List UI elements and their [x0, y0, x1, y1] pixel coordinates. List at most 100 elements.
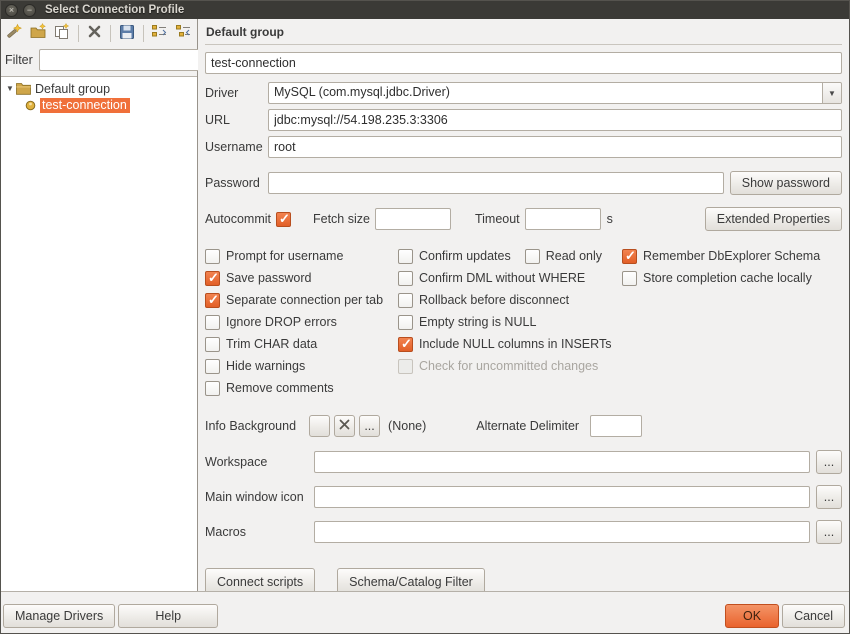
checkbox-confirm-dml-without-where[interactable]: Confirm DML without WHERE [398, 271, 585, 286]
folder-icon [16, 82, 31, 95]
titlebar: × − Select Connection Profile [1, 1, 849, 19]
username-input[interactable] [268, 136, 842, 158]
checkbox-include-null-columns[interactable]: Include NULL columns in INSERTs [398, 337, 611, 352]
checkbox-empty-string-is-null[interactable]: Empty string is NULL [398, 315, 536, 330]
checkbox-label: Read only [546, 249, 602, 263]
collapse-groups-button[interactable] [172, 22, 194, 44]
filter-input[interactable] [39, 49, 212, 71]
checkbox-box[interactable] [398, 337, 413, 352]
manage-drivers-button[interactable]: Manage Drivers [3, 604, 115, 628]
url-input[interactable] [268, 109, 842, 131]
tree-item-label: test-connection [40, 98, 130, 113]
checkbox-hide-warnings[interactable]: Hide warnings [205, 359, 305, 374]
toolbar-separator [143, 25, 144, 42]
checkbox-confirm-updates[interactable]: Confirm updates [398, 249, 511, 264]
checkbox-box[interactable] [622, 271, 637, 286]
new-group-button[interactable] [28, 22, 50, 44]
timeout-unit-label: s [607, 212, 613, 226]
expander-icon[interactable]: ▼ [6, 84, 16, 93]
driver-combobox[interactable]: MySQL (com.mysql.jdbc.Driver) ▼ [268, 82, 842, 104]
expand-groups-button[interactable] [149, 22, 171, 44]
checkbox-box[interactable] [205, 315, 220, 330]
checkbox-box[interactable] [622, 249, 637, 264]
filter-label: Filter [5, 53, 33, 67]
checkbox-read-only[interactable]: Read only [525, 249, 602, 264]
checkbox-rollback-before-disconnect[interactable]: Rollback before disconnect [398, 293, 569, 308]
checkbox-box[interactable] [398, 315, 413, 330]
tree-group-label: Default group [35, 82, 110, 96]
options-column-3: Remember DbExplorer Schema Store complet… [622, 245, 820, 399]
clear-color-button[interactable] [334, 415, 355, 437]
save-profiles-icon [119, 24, 135, 43]
connect-scripts-button[interactable]: Connect scripts [205, 568, 315, 591]
info-background-color-swatch[interactable] [309, 415, 330, 437]
checkbox-store-completion-cache[interactable]: Store completion cache locally [622, 271, 812, 286]
checkbox-save-password[interactable]: Save password [205, 271, 311, 286]
checkbox-separate-connection-per-tab[interactable]: Separate connection per tab [205, 293, 383, 308]
fetch-size-input[interactable] [375, 208, 451, 230]
profile-toolbar [1, 19, 197, 47]
main-window-icon-input[interactable] [314, 486, 810, 508]
checkbox-label: Separate connection per tab [226, 293, 383, 307]
workspace-row: Workspace ... [205, 450, 842, 474]
checkbox-box[interactable] [205, 249, 220, 264]
checkbox-box[interactable] [205, 381, 220, 396]
main-window-icon-browse-button[interactable]: ... [816, 485, 842, 509]
info-background-browse-button[interactable]: ... [359, 415, 380, 437]
checkbox-box[interactable] [205, 293, 220, 308]
url-label: URL [205, 113, 268, 127]
info-background-value: (None) [388, 419, 426, 433]
checkbox-box[interactable] [205, 359, 220, 374]
toolbar-separator [110, 25, 111, 42]
schema-catalog-filter-button[interactable]: Schema/Catalog Filter [337, 568, 485, 591]
checkbox-label: Save password [226, 271, 311, 285]
help-button[interactable]: Help [118, 604, 218, 628]
autocommit-row: Autocommit Fetch size Timeout s Extended… [205, 207, 842, 231]
checkbox-box[interactable] [398, 249, 413, 264]
macros-browse-button[interactable]: ... [816, 520, 842, 544]
cancel-button[interactable]: Cancel [782, 604, 845, 628]
username-label: Username [205, 140, 268, 154]
checkbox-remove-comments[interactable]: Remove comments [205, 381, 334, 396]
alternate-delimiter-input[interactable] [590, 415, 642, 437]
checkbox-box[interactable] [398, 271, 413, 286]
timeout-input[interactable] [525, 208, 601, 230]
checkbox-ignore-drop-errors[interactable]: Ignore DROP errors [205, 315, 337, 330]
profile-tree-panel: Filter ▼ Default group [1, 19, 198, 591]
checkbox-box[interactable] [205, 337, 220, 352]
checkbox-label: Confirm updates [419, 249, 511, 263]
checkbox-remember-dbexplorer-schema[interactable]: Remember DbExplorer Schema [622, 249, 820, 264]
checkbox-trim-char-data[interactable]: Trim CHAR data [205, 337, 317, 352]
close-icon[interactable]: × [5, 4, 18, 17]
autocommit-checkbox[interactable] [276, 212, 291, 227]
ok-button[interactable]: OK [725, 604, 779, 628]
timeout-label: Timeout [475, 212, 520, 226]
copy-profile-button[interactable] [51, 22, 73, 44]
delete-profile-button[interactable] [84, 22, 106, 44]
checkbox-box[interactable] [525, 249, 540, 264]
checkbox-label: Remove comments [226, 381, 334, 395]
checkbox-prompt-for-username[interactable]: Prompt for username [205, 249, 343, 264]
tree-group-default[interactable]: ▼ Default group [1, 80, 197, 97]
tree-item-test-connection[interactable]: test-connection [1, 97, 197, 114]
info-background-row: Info Background ... (None) Alternate Del… [205, 415, 842, 437]
password-input[interactable] [268, 172, 724, 194]
new-profile-icon [6, 23, 23, 43]
macros-input[interactable] [314, 521, 810, 543]
password-label: Password [205, 176, 268, 190]
checkbox-box[interactable] [205, 271, 220, 286]
profile-name-input[interactable] [205, 52, 842, 74]
workspace-browse-button[interactable]: ... [816, 450, 842, 474]
new-profile-button[interactable] [4, 22, 26, 44]
show-password-button[interactable]: Show password [730, 171, 842, 195]
checkbox-label: Check for uncommitted changes [419, 359, 598, 373]
extended-properties-button[interactable]: Extended Properties [705, 207, 842, 231]
chevron-down-icon[interactable]: ▼ [822, 83, 841, 103]
workspace-input[interactable] [314, 451, 810, 473]
checkbox-label: Hide warnings [226, 359, 305, 373]
save-profiles-button[interactable] [116, 22, 138, 44]
checkbox-box[interactable] [398, 293, 413, 308]
minimize-icon[interactable]: − [23, 4, 36, 17]
checkbox-label: Include NULL columns in INSERTs [419, 337, 611, 351]
driver-label: Driver [205, 86, 268, 100]
